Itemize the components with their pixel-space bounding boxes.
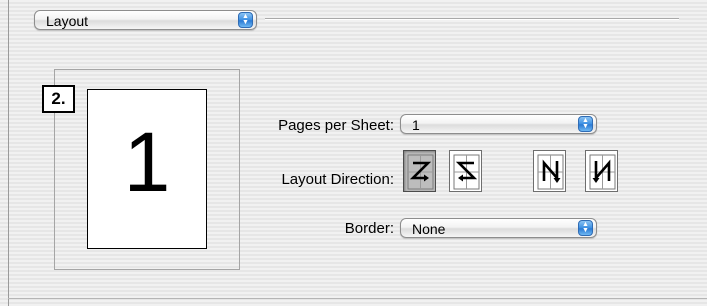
z-direction-icon	[407, 154, 434, 190]
panel-select-value: Layout	[46, 13, 89, 29]
layout-direction-z-button[interactable]	[403, 150, 436, 192]
layout-direction-reverse-z-button[interactable]	[449, 150, 482, 192]
reverse-z-direction-icon	[453, 154, 480, 190]
pages-per-sheet-value: 1	[412, 117, 420, 133]
popup-arrows-icon: ▲ ▼	[238, 12, 253, 28]
pages-per-sheet-select[interactable]: 1 ▲ ▼	[400, 114, 597, 134]
layout-direction-label: Layout Direction:	[281, 171, 394, 188]
popup-arrows-icon: ▲ ▼	[578, 116, 593, 132]
preview-step-badge: 2.	[42, 85, 75, 113]
layout-direction-n-button[interactable]	[533, 150, 566, 192]
reverse-n-direction-icon	[589, 154, 616, 190]
preview-page-number: 1	[123, 115, 171, 209]
header-separator	[265, 18, 679, 19]
panel-select[interactable]: Layout ▲ ▼	[34, 10, 257, 30]
layout-direction-reverse-n-button[interactable]	[585, 150, 618, 192]
panel-bottom-divider	[8, 298, 707, 299]
border-value: None	[412, 221, 446, 237]
pages-per-sheet-label: Pages per Sheet:	[278, 117, 394, 134]
border-label: Border:	[344, 220, 394, 237]
n-direction-icon	[537, 154, 564, 190]
border-select[interactable]: None ▲ ▼	[400, 218, 597, 238]
preview-sheet: 1	[87, 89, 207, 249]
popup-arrows-icon: ▲ ▼	[578, 220, 593, 236]
